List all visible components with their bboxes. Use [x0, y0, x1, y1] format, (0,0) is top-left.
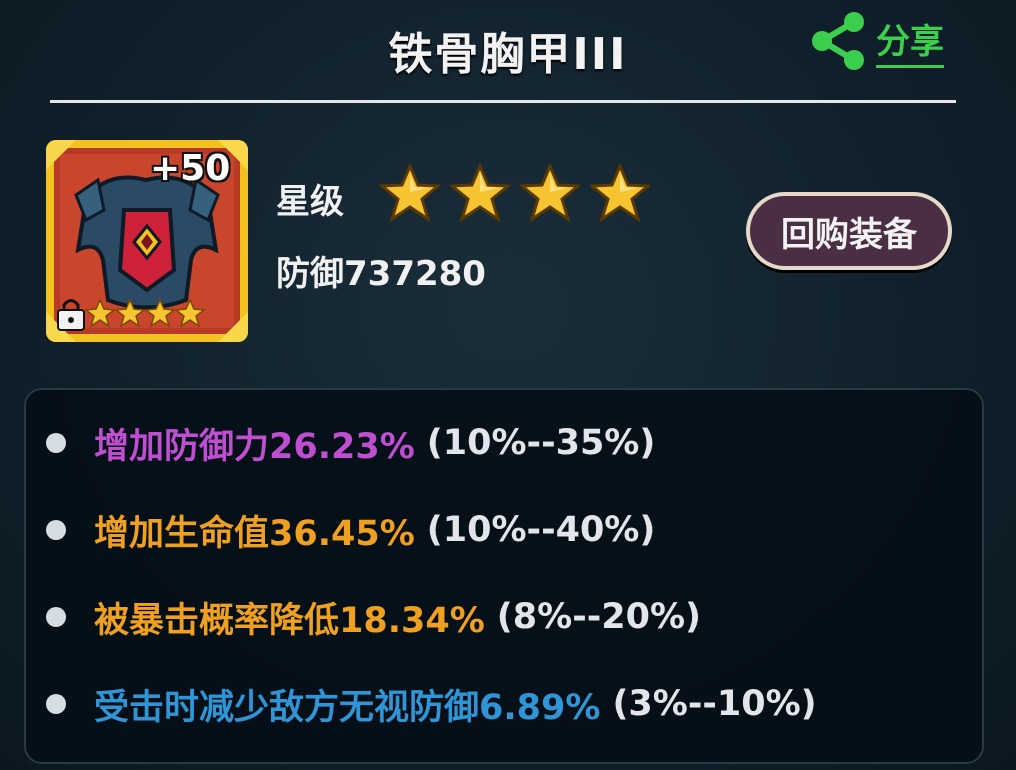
buyback-button[interactable]: 回购装备: [746, 192, 952, 270]
attribute-text: 被暴击概率降低18.34%: [94, 600, 485, 641]
bullet-icon: [46, 520, 66, 540]
attribute-row: 增加防御力26.23% (10%--35%): [46, 415, 655, 471]
star-level-label: 星级: [276, 182, 344, 222]
bullet-icon: [46, 433, 66, 453]
enhance-level: +50: [150, 148, 231, 189]
defense-value: 防御737280: [276, 254, 486, 294]
star-rating: [380, 164, 650, 222]
bullet-icon: [46, 607, 66, 627]
attribute-row: 增加生命值36.45% (10%--40%): [46, 502, 655, 558]
star-icon: [520, 164, 580, 222]
attribute-range: (10%--40%): [426, 510, 656, 550]
star-icon: [450, 164, 510, 222]
attribute-range: (8%--20%): [496, 597, 702, 637]
star-icon: [590, 164, 650, 222]
attribute-row: 受击时减少敌方无视防御6.89% (3%--10%): [46, 676, 817, 732]
star-icon: [380, 164, 440, 222]
title-divider: [50, 100, 956, 103]
attribute-row: 被暴击概率降低18.34% (8%--20%): [46, 589, 701, 645]
attribute-text: 受击时减少敌方无视防御6.89%: [94, 687, 601, 728]
attribute-range: (10%--35%): [426, 423, 656, 463]
bullet-icon: [46, 694, 66, 714]
icon-star-badge: [57, 298, 206, 331]
share-label: 分享: [876, 14, 944, 68]
attribute-text: 增加生命值36.45%: [94, 513, 415, 554]
share-button[interactable]: 分享: [806, 10, 958, 72]
attribute-range: (3%--10%): [612, 684, 817, 724]
attribute-text: 增加防御力26.23%: [94, 426, 415, 467]
share-icon: [812, 12, 864, 70]
lock-icon: [57, 299, 85, 331]
